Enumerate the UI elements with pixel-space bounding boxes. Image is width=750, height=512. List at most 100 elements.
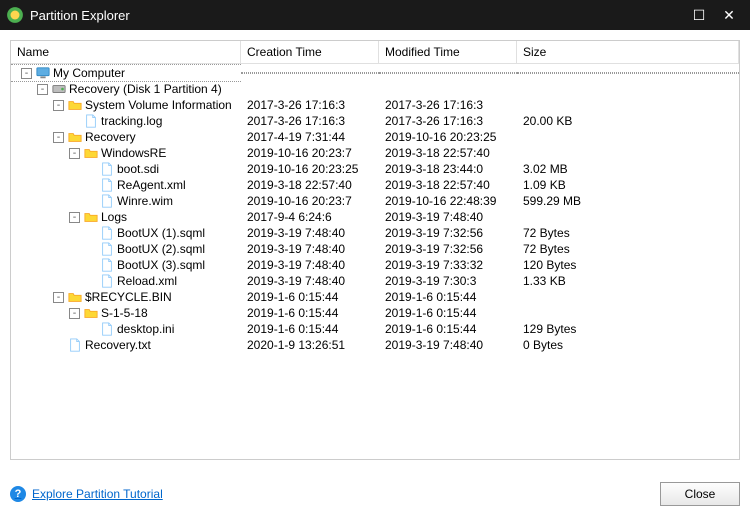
row-mtime: 2019-3-19 7:48:40 <box>379 337 517 353</box>
tree-row[interactable]: BootUX (3).sqml2019-3-19 7:48:402019-3-1… <box>11 257 739 273</box>
row-name: BootUX (2).sqml <box>117 241 205 257</box>
collapse-toggle[interactable]: - <box>37 84 48 95</box>
row-name: Recovery.txt <box>85 337 151 353</box>
row-name: desktop.ini <box>117 321 174 337</box>
tutorial-link-label: Explore Partition Tutorial <box>32 487 163 501</box>
tree-body: -My Computer-Recovery (Disk 1 Partition … <box>11 64 739 353</box>
row-mtime: 2019-10-16 20:23:25 <box>379 129 517 145</box>
footer: ? Explore Partition Tutorial Close <box>0 476 750 512</box>
tree-row[interactable]: desktop.ini2019-1-6 0:15:442019-1-6 0:15… <box>11 321 739 337</box>
tree-row[interactable]: - Logs 2017-9-4 6:24:62019-3-19 7:48:40 <box>11 209 739 225</box>
file-icon <box>99 257 115 273</box>
row-size: 20.00 KB <box>517 113 739 129</box>
row-mtime: 2019-3-18 22:57:40 <box>379 145 517 161</box>
row-name: BootUX (1).sqml <box>117 225 205 241</box>
toggle-placeholder <box>69 116 80 127</box>
row-size: 72 Bytes <box>517 241 739 257</box>
file-icon <box>99 273 115 289</box>
tree-row[interactable]: - $RECYCLE.BIN 2019-1-6 0:15:442019-1-6 0:… <box>11 289 739 305</box>
folder-icon <box>67 129 83 145</box>
file-grid[interactable]: Name Creation Time Modified Time Size -M… <box>10 40 740 460</box>
collapse-toggle[interactable]: - <box>69 308 80 319</box>
row-ctime: 2019-1-6 0:15:44 <box>241 289 379 305</box>
collapse-toggle[interactable]: - <box>53 132 64 143</box>
folder-icon <box>83 209 99 225</box>
tree-row[interactable]: - Recovery (Disk 1 Partition 4) <box>11 81 739 97</box>
row-name: ReAgent.xml <box>117 177 186 193</box>
tree-row[interactable]: tracking.log 2017-3-26 17:16:32017-3-26 1… <box>11 113 739 129</box>
collapse-toggle[interactable]: - <box>53 292 64 303</box>
column-header-size[interactable]: Size <box>517 41 739 63</box>
tree-row[interactable]: -My Computer <box>11 65 739 81</box>
folder-icon <box>83 305 99 321</box>
row-ctime: 2017-9-4 6:24:6 <box>241 209 379 225</box>
close-button[interactable]: Close <box>660 482 740 506</box>
row-ctime: 2020-1-9 13:26:51 <box>241 337 379 353</box>
toggle-placeholder <box>85 228 96 239</box>
maximize-button[interactable]: ☐ <box>684 7 714 24</box>
row-name: tracking.log <box>101 113 162 129</box>
column-header-mtime[interactable]: Modified Time <box>379 41 517 63</box>
disk-icon <box>51 81 67 97</box>
row-name: Logs <box>101 209 127 225</box>
row-size: 3.02 MB <box>517 161 739 177</box>
row-mtime: 2019-1-6 0:15:44 <box>379 289 517 305</box>
row-ctime: 2019-1-6 0:15:44 <box>241 305 379 321</box>
collapse-toggle[interactable]: - <box>69 212 80 223</box>
column-header-name[interactable]: Name <box>11 41 241 63</box>
tree-row[interactable]: boot.sdi2019-10-16 20:23:252019-3-18 23:… <box>11 161 739 177</box>
file-icon <box>83 113 99 129</box>
row-ctime: 2019-1-6 0:15:44 <box>241 321 379 337</box>
row-ctime: 2019-10-16 20:23:7 <box>241 145 379 161</box>
tree-row[interactable]: -Recovery2017-4-19 7:31:442019-10-16 20:… <box>11 129 739 145</box>
column-header-ctime[interactable]: Creation Time <box>241 41 379 63</box>
toggle-placeholder <box>85 260 96 271</box>
tree-row[interactable]: -WindowsRE2019-10-16 20:23:72019-3-18 22… <box>11 145 739 161</box>
help-icon: ? <box>10 486 26 502</box>
row-ctime: 2019-3-19 7:48:40 <box>241 225 379 241</box>
folder-icon <box>83 145 99 161</box>
tree-row[interactable]: ReAgent.xml2019-3-18 22:57:402019-3-18 2… <box>11 177 739 193</box>
row-mtime: 2019-3-18 22:57:40 <box>379 177 517 193</box>
tree-row[interactable]: BootUX (1).sqml 2019-3-19 7:48:402019-3-1… <box>11 225 739 241</box>
row-name: Recovery (Disk 1 Partition 4) <box>69 81 222 97</box>
computer-icon <box>35 65 51 81</box>
row-mtime: 2019-10-16 22:48:39 <box>379 193 517 209</box>
collapse-toggle[interactable]: - <box>21 68 32 79</box>
row-name: boot.sdi <box>117 161 159 177</box>
column-header-row: Name Creation Time Modified Time Size <box>11 41 739 64</box>
row-mtime: 2017-3-26 17:16:3 <box>379 113 517 129</box>
row-name: $RECYCLE.BIN <box>85 289 172 305</box>
folder-icon <box>67 97 83 113</box>
file-icon <box>99 321 115 337</box>
row-mtime: 2019-3-19 7:32:56 <box>379 225 517 241</box>
tree-row[interactable]: -System Volume Information2017-3-26 17:1… <box>11 97 739 113</box>
row-name: Winre.wim <box>117 193 173 209</box>
row-size: 1.09 KB <box>517 177 739 193</box>
tutorial-link[interactable]: ? Explore Partition Tutorial <box>10 486 163 502</box>
row-mtime: 2019-3-19 7:32:56 <box>379 241 517 257</box>
row-ctime: 2017-3-26 17:16:3 <box>241 97 379 113</box>
file-icon <box>99 177 115 193</box>
toggle-placeholder <box>53 340 64 351</box>
row-ctime <box>241 72 379 74</box>
row-mtime: 2019-3-19 7:30:3 <box>379 273 517 289</box>
row-name: S-1-5-18 <box>101 305 148 321</box>
tree-row[interactable]: Winre.wim 2019-10-16 20:23:72019-10-16 22… <box>11 193 739 209</box>
file-icon <box>99 225 115 241</box>
collapse-toggle[interactable]: - <box>53 100 64 111</box>
tree-row[interactable]: Reload.xml2019-3-19 7:48:402019-3-19 7:3… <box>11 273 739 289</box>
row-ctime: 2017-3-26 17:16:3 <box>241 113 379 129</box>
collapse-toggle[interactable]: - <box>69 148 80 159</box>
file-icon <box>99 193 115 209</box>
tree-row[interactable]: BootUX (2).sqml2019-3-19 7:48:402019-3-1… <box>11 241 739 257</box>
row-mtime: 2019-3-19 7:48:40 <box>379 209 517 225</box>
tree-row[interactable]: Recovery.txt 2020-1-9 13:26:512019-3-19 7… <box>11 337 739 353</box>
toggle-placeholder <box>85 324 96 335</box>
tree-row[interactable]: -S-1-5-182019-1-6 0:15:442019-1-6 0:15:4… <box>11 305 739 321</box>
row-ctime: 2019-10-16 20:23:7 <box>241 193 379 209</box>
app-icon <box>6 6 24 24</box>
close-window-button[interactable]: ✕ <box>714 7 744 24</box>
file-icon <box>67 337 83 353</box>
row-ctime: 2019-10-16 20:23:25 <box>241 161 379 177</box>
